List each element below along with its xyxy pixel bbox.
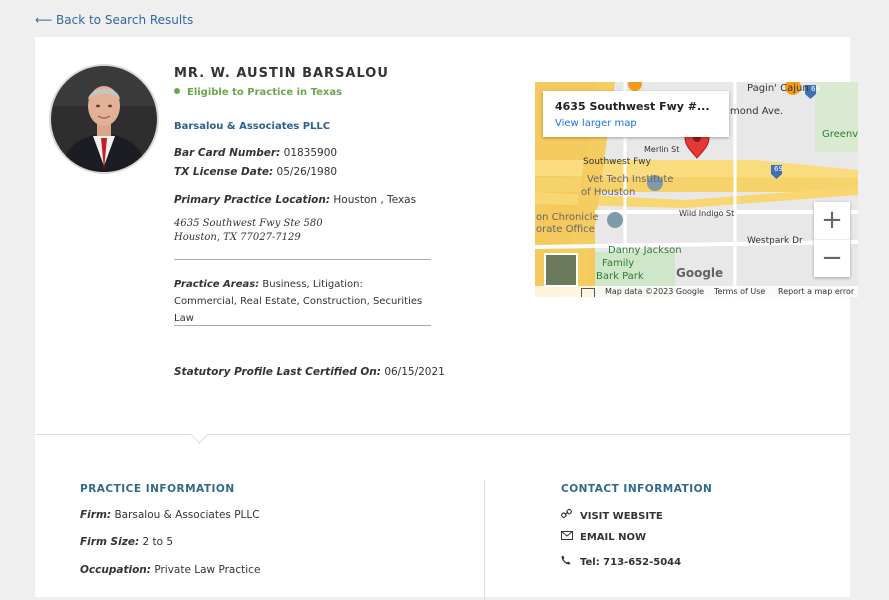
location-value: Houston , Texas — [333, 194, 417, 206]
interstate-69-shield-b: 69 — [811, 85, 820, 93]
address-line-2: Houston, TX 77027-7129 — [174, 232, 301, 243]
map-label-danny: Danny Jackson — [608, 245, 682, 256]
location-row: Primary Practice Location: Houston , Tex… — [174, 194, 416, 206]
back-to-search-link[interactable]: ⟵ Back to Search Results — [35, 13, 193, 27]
map-label-vet-tech: Vet Tech Institute — [587, 174, 674, 185]
link-icon — [561, 508, 575, 522]
section-notch — [190, 425, 209, 444]
office-address: 4635 Southwest Fwy Ste 580 Houston, TX 7… — [174, 217, 323, 245]
eligibility-label: Eligible to Practice in Texas — [187, 87, 343, 98]
map-place-card: 4635 Southwest Fwy #... View larger map — [543, 91, 729, 137]
phone-row[interactable]: Tel: 713-652-5044 — [561, 555, 681, 568]
practice-firm-value: Barsalou & Associates PLLC — [114, 509, 260, 521]
bar-card-value: 01835900 — [283, 147, 338, 159]
zoom-in-button[interactable]: + — [814, 202, 850, 240]
firm-size-label: Firm Size: — [80, 536, 140, 548]
location-label: Primary Practice Location: — [174, 194, 331, 206]
practice-firm-label: Firm: — [80, 509, 112, 521]
map-label-richmond: mond Ave. — [730, 106, 784, 117]
occupation-label: Occupation: — [80, 564, 151, 576]
address-line-1: 4635 Southwest Fwy Ste 580 — [174, 218, 323, 229]
visit-website-label: VISIT WEBSITE — [580, 511, 663, 522]
divider-2 — [174, 325, 431, 326]
section-divider — [35, 434, 850, 435]
occupation-value: Private Law Practice — [154, 564, 261, 576]
envelope-icon — [561, 531, 575, 543]
certified-row: Statutory Profile Last Certified On: 06/… — [174, 366, 445, 378]
avatar — [49, 64, 159, 174]
column-separator — [484, 480, 485, 600]
eligibility-status: Eligible to Practice in Texas — [174, 87, 342, 98]
map-label-bark: Bark Park — [596, 271, 644, 282]
map-footer: Map data ©2023 Google Terms of Use Repor… — [535, 286, 858, 297]
location-map[interactable]: Pagin' Cajun mond Ave. Greenv Merlin St … — [535, 82, 858, 297]
license-row: TX License Date: 05/26/1980 — [174, 166, 337, 178]
map-label-westpark: Westpark Dr — [747, 236, 803, 246]
map-place-title: 4635 Southwest Fwy #... — [555, 100, 710, 113]
firm-link[interactable]: Barsalou & Associates PLLC — [174, 121, 330, 132]
google-logo: Google — [676, 266, 724, 280]
contact-info-title: CONTACT INFORMATION — [561, 483, 713, 495]
phone-icon — [561, 555, 575, 568]
map-label-office: orate Office — [536, 224, 595, 235]
practice-areas: Practice Areas: Business, Litigation: Co… — [174, 276, 424, 327]
map-label-cajun: Pagin' Cajun — [747, 83, 809, 94]
map-label-chronicle: on Chronicle — [536, 212, 599, 223]
map-label-sw-fwy: Southwest Fwy — [583, 157, 651, 167]
visit-website-link[interactable]: VISIT WEBSITE — [561, 508, 663, 522]
bar-card-row: Bar Card Number: 01835900 — [174, 147, 337, 159]
map-data-credit: Map data ©2023 Google — [605, 287, 705, 296]
interstate-69-shield-a: 69 — [774, 165, 783, 173]
map-label-of-houston: of Houston — [581, 187, 636, 198]
practice-firm-row: Firm: Barsalou & Associates PLLC — [80, 509, 260, 521]
phone-number: Tel: 713-652-5044 — [580, 557, 682, 568]
practice-info-title: PRACTICE INFORMATION — [80, 483, 235, 495]
occupation-row: Occupation: Private Law Practice — [80, 564, 260, 576]
email-now-label: EMAIL NOW — [580, 532, 646, 543]
firm-size-row: Firm Size: 2 to 5 — [80, 536, 173, 548]
certified-label: Statutory Profile Last Certified On: — [174, 366, 381, 378]
email-now-link[interactable]: EMAIL NOW — [561, 531, 646, 543]
zoom-controls: + − — [814, 202, 850, 277]
map-label-family: Family — [602, 258, 635, 269]
license-label: TX License Date: — [174, 166, 274, 178]
firm-size-value: 2 to 5 — [142, 536, 174, 548]
license-value: 05/26/1980 — [276, 166, 338, 178]
status-dot-icon — [174, 88, 180, 94]
attorney-name: MR. W. AUSTIN BARSALOU — [174, 66, 389, 81]
divider-1 — [174, 259, 431, 260]
map-label-wild-indigo: Wild Indigo St — [679, 209, 735, 218]
keyboard-icon[interactable] — [581, 288, 595, 297]
map-label-greenway: Greenv — [822, 129, 858, 140]
zoom-out-button[interactable]: − — [814, 240, 850, 277]
view-larger-map-link[interactable]: View larger map — [555, 118, 637, 129]
practice-areas-label: Practice Areas: — [174, 279, 260, 290]
certified-value: 06/15/2021 — [384, 366, 445, 378]
bar-card-label: Bar Card Number: — [174, 147, 281, 159]
report-map-error-link[interactable]: Report a map error — [778, 287, 854, 296]
profile-card: MR. W. AUSTIN BARSALOU Eligible to Pract… — [35, 37, 858, 600]
map-label-merlin: Merlin St — [644, 145, 680, 154]
terms-of-use-link[interactable]: Terms of Use — [714, 287, 765, 296]
